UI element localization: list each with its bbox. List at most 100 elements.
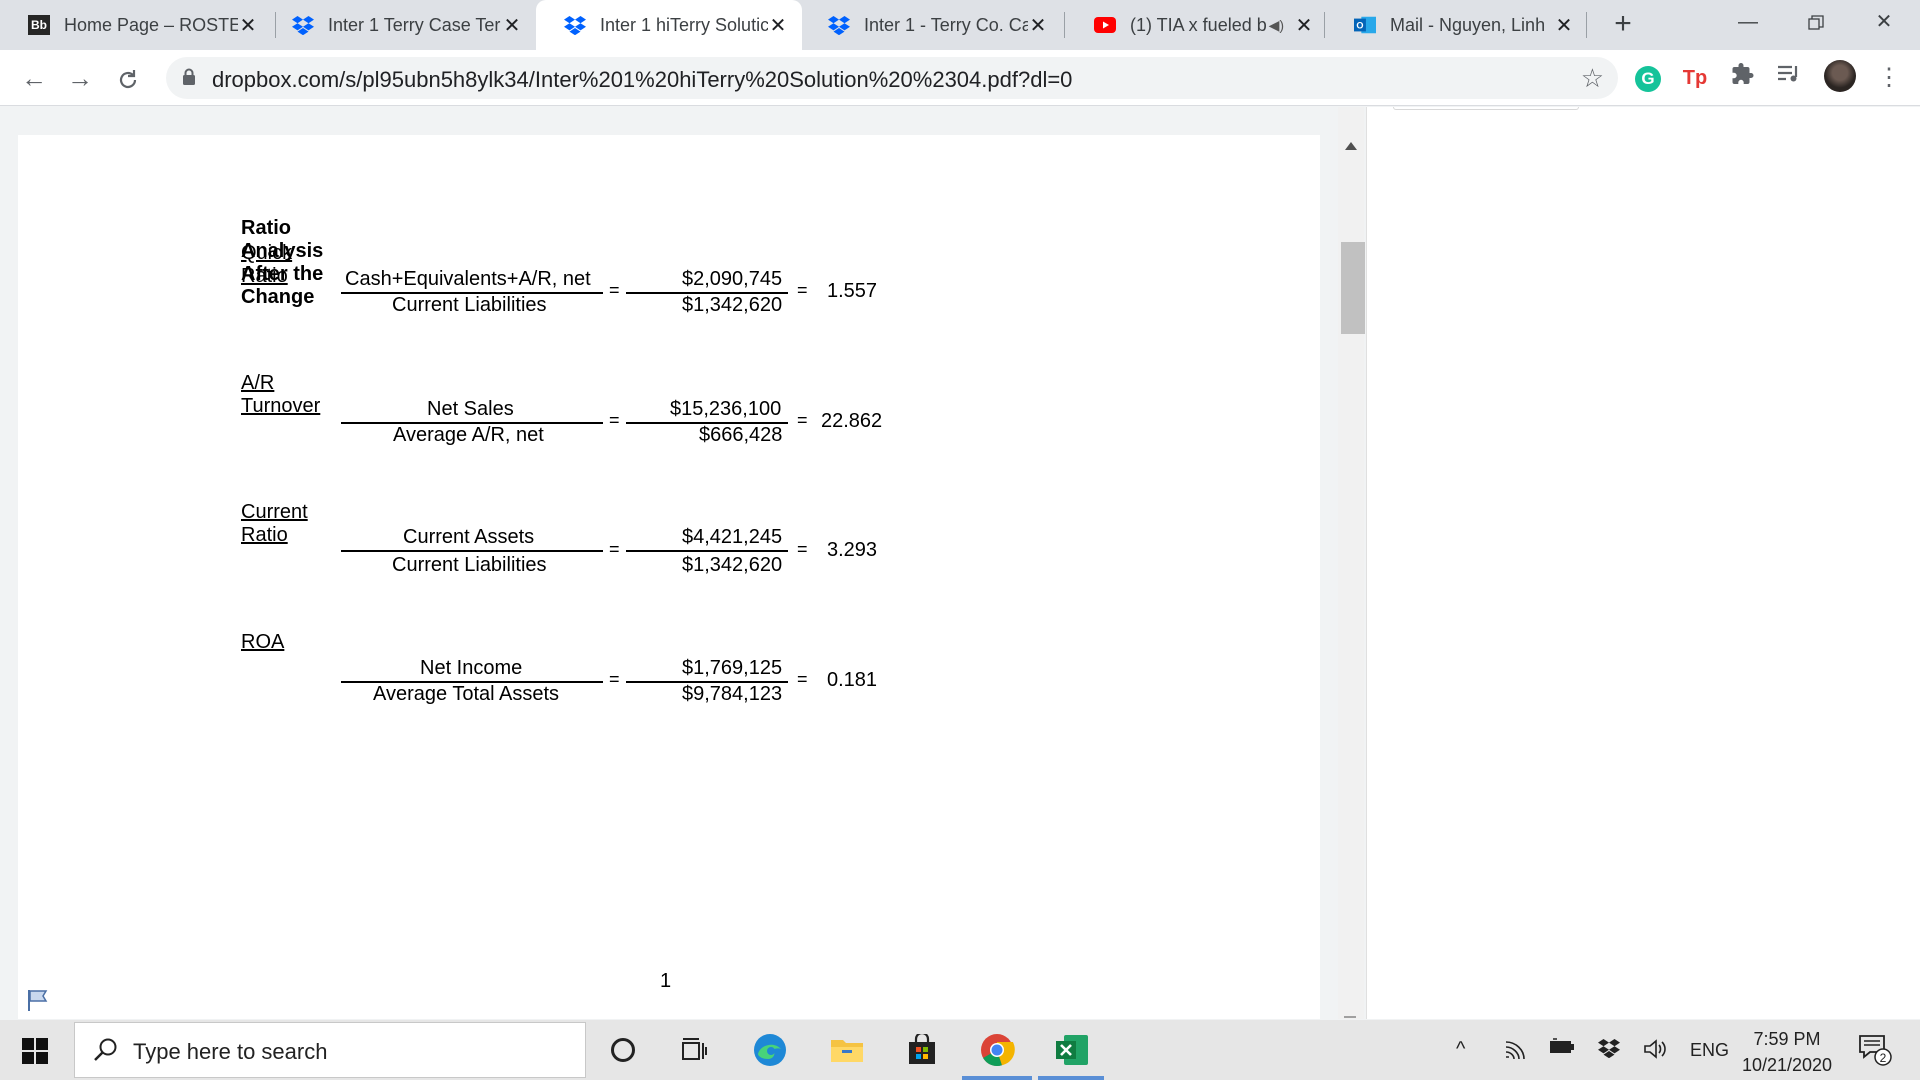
- side-panel: [1366, 107, 1920, 1019]
- tab-title: Inter 1 Terry Case Ter: [328, 14, 501, 35]
- speaker-icon[interactable]: ◀): [1269, 17, 1284, 34]
- tab-title: Mail - Nguyen, Linh: [1390, 14, 1546, 35]
- search-icon: [93, 1037, 119, 1068]
- equals-sign: =: [797, 669, 808, 689]
- pdf-page: [18, 135, 1320, 1019]
- notifications-icon[interactable]: 2: [1858, 1034, 1892, 1071]
- equals-sign: =: [609, 410, 620, 430]
- equals-sign: =: [609, 539, 620, 559]
- reload-icon: [119, 70, 137, 89]
- language-indicator[interactable]: ENG: [1690, 1040, 1729, 1061]
- close-icon[interactable]: ✕: [502, 13, 522, 38]
- equals-sign: =: [609, 280, 620, 300]
- denominator-value: $9,784,123: [682, 683, 783, 705]
- grammarly-icon[interactable]: G: [1633, 63, 1663, 93]
- numerator-value: $2,090,745: [682, 268, 783, 290]
- tab-mail[interactable]: O Mail - Nguyen, Linh ✕: [1326, 0, 1588, 50]
- close-window-button[interactable]: ✕: [1854, 0, 1914, 44]
- windows-taskbar: Type here to search ^ ENG 7:59 PM 10/21/…: [0, 1020, 1920, 1080]
- denominator-label: Current Liabilities: [392, 294, 547, 316]
- file-explorer-icon[interactable]: [829, 1032, 865, 1068]
- denominator-value: $1,342,620: [682, 294, 783, 316]
- flag-icon[interactable]: [26, 988, 50, 1017]
- show-hidden-icons-chevron-icon[interactable]: ^: [1456, 1038, 1465, 1061]
- dropbox-icon: [564, 14, 586, 36]
- numerator-label: Cash+Equivalents+A/R, net: [345, 268, 591, 290]
- close-icon[interactable]: ✕: [1554, 13, 1574, 38]
- tab-inter-1-terry-co[interactable]: Inter 1 - Terry Co. Ca ✕: [800, 0, 1062, 50]
- profile-avatar[interactable]: [1822, 60, 1858, 96]
- excel-active-indicator: [1038, 1076, 1104, 1080]
- equals-sign: =: [797, 539, 808, 559]
- page-number: 1: [660, 970, 672, 992]
- scroll-up-arrow-icon[interactable]: [1345, 142, 1357, 150]
- close-icon[interactable]: ✕: [1294, 13, 1314, 38]
- address-bar[interactable]: dropbox.com/s/pl95ubn5h8ylk34/Inter%201%…: [166, 57, 1618, 99]
- panel-tab-edge: [1393, 107, 1579, 110]
- svg-text:O: O: [1356, 21, 1363, 31]
- dropbox-icon: [292, 14, 314, 36]
- tab-inter-1-hiterry-solution[interactable]: Inter 1 hiTerry Solutic ✕: [536, 0, 802, 50]
- excel-icon[interactable]: [1054, 1032, 1090, 1068]
- ratio-title-quick-ratio: Quick Ratio: [241, 242, 293, 287]
- media-queue-icon[interactable]: [1774, 63, 1804, 93]
- ratio-result: 3.293: [827, 539, 878, 561]
- restore-icon: [1808, 15, 1824, 30]
- tab-youtube[interactable]: (1) TIA x fueled b ◀) ✕: [1066, 0, 1328, 50]
- numerator-label: Net Sales: [427, 398, 514, 420]
- close-icon[interactable]: ✕: [1028, 13, 1048, 38]
- restore-button[interactable]: [1786, 0, 1846, 44]
- tab-title: Inter 1 hiTerry Solutic: [600, 14, 768, 35]
- tab-strip: Bb Home Page – ROSTE ✕ Inter 1 Terry Cas…: [0, 0, 1920, 50]
- numerator-value: $4,421,245: [682, 526, 783, 548]
- close-icon[interactable]: ✕: [768, 13, 788, 38]
- lock-icon: [182, 68, 196, 91]
- ratio-title-roa: ROA: [241, 631, 285, 653]
- tab-home-page[interactable]: Bb Home Page – ROSTE ✕: [0, 0, 272, 50]
- wifi-icon[interactable]: [1504, 1038, 1528, 1065]
- menu-dots-icon[interactable]: ⋮: [1874, 63, 1904, 93]
- denominator-label: Current Liabilities: [392, 554, 547, 576]
- equals-sign: =: [797, 280, 808, 300]
- youtube-icon: [1094, 14, 1116, 36]
- volume-icon[interactable]: [1643, 1038, 1669, 1065]
- numerator-label: Net Income: [420, 657, 523, 679]
- denominator-value: $666,428: [699, 424, 783, 446]
- browser-toolbar: ← → dropbox.com/s/pl95ubn5h8ylk34/Inter%…: [0, 50, 1920, 106]
- extensions-puzzle-icon[interactable]: [1728, 63, 1758, 93]
- close-icon[interactable]: ✕: [238, 13, 258, 38]
- reload-button[interactable]: [110, 60, 146, 96]
- search-placeholder: Type here to search: [133, 1039, 328, 1064]
- tp-extension-icon[interactable]: Tp: [1680, 63, 1710, 93]
- url-text: dropbox.com/s/pl95ubn5h8ylk34/Inter%201%…: [212, 67, 1073, 92]
- denominator-label: Average A/R, net: [393, 424, 544, 446]
- battery-icon[interactable]: [1549, 1038, 1575, 1061]
- clock-time: 7:59 PM: [1753, 1029, 1821, 1049]
- windows-start-icon[interactable]: [22, 1038, 48, 1064]
- bookmark-star-icon[interactable]: ☆: [1581, 63, 1604, 94]
- tab-title: Home Page – ROSTE: [64, 14, 238, 35]
- ratio-title-ar-turnover: A/R Turnover: [241, 372, 321, 417]
- chrome-active-indicator: [962, 1076, 1032, 1080]
- new-tab-button[interactable]: +: [1606, 8, 1640, 42]
- dropbox-icon: [828, 14, 850, 36]
- task-view-icon[interactable]: [676, 1032, 712, 1068]
- microsoft-store-icon[interactable]: [904, 1032, 940, 1068]
- dropbox-tray-icon[interactable]: [1597, 1038, 1621, 1063]
- numerator-label: Current Assets: [403, 526, 535, 548]
- back-button[interactable]: ←: [16, 60, 52, 96]
- denominator-value: $1,342,620: [682, 554, 783, 576]
- taskbar-search-input[interactable]: Type here to search: [74, 1022, 586, 1078]
- outlook-icon: O: [1354, 14, 1376, 36]
- tab-inter-1-terry-case[interactable]: Inter 1 Terry Case Ter ✕: [264, 0, 536, 50]
- numerator-value: $1,769,125: [682, 657, 783, 679]
- ratio-result: 1.557: [827, 280, 878, 302]
- edge-icon[interactable]: [752, 1032, 788, 1068]
- cortana-icon[interactable]: [605, 1032, 641, 1068]
- scrollbar-thumb[interactable]: [1341, 242, 1365, 334]
- minimize-button[interactable]: —: [1718, 0, 1778, 44]
- forward-button[interactable]: →: [62, 60, 98, 96]
- equals-sign: =: [609, 669, 620, 689]
- chrome-icon[interactable]: [979, 1032, 1015, 1068]
- taskbar-clock[interactable]: 7:59 PM 10/21/2020: [1730, 1026, 1844, 1078]
